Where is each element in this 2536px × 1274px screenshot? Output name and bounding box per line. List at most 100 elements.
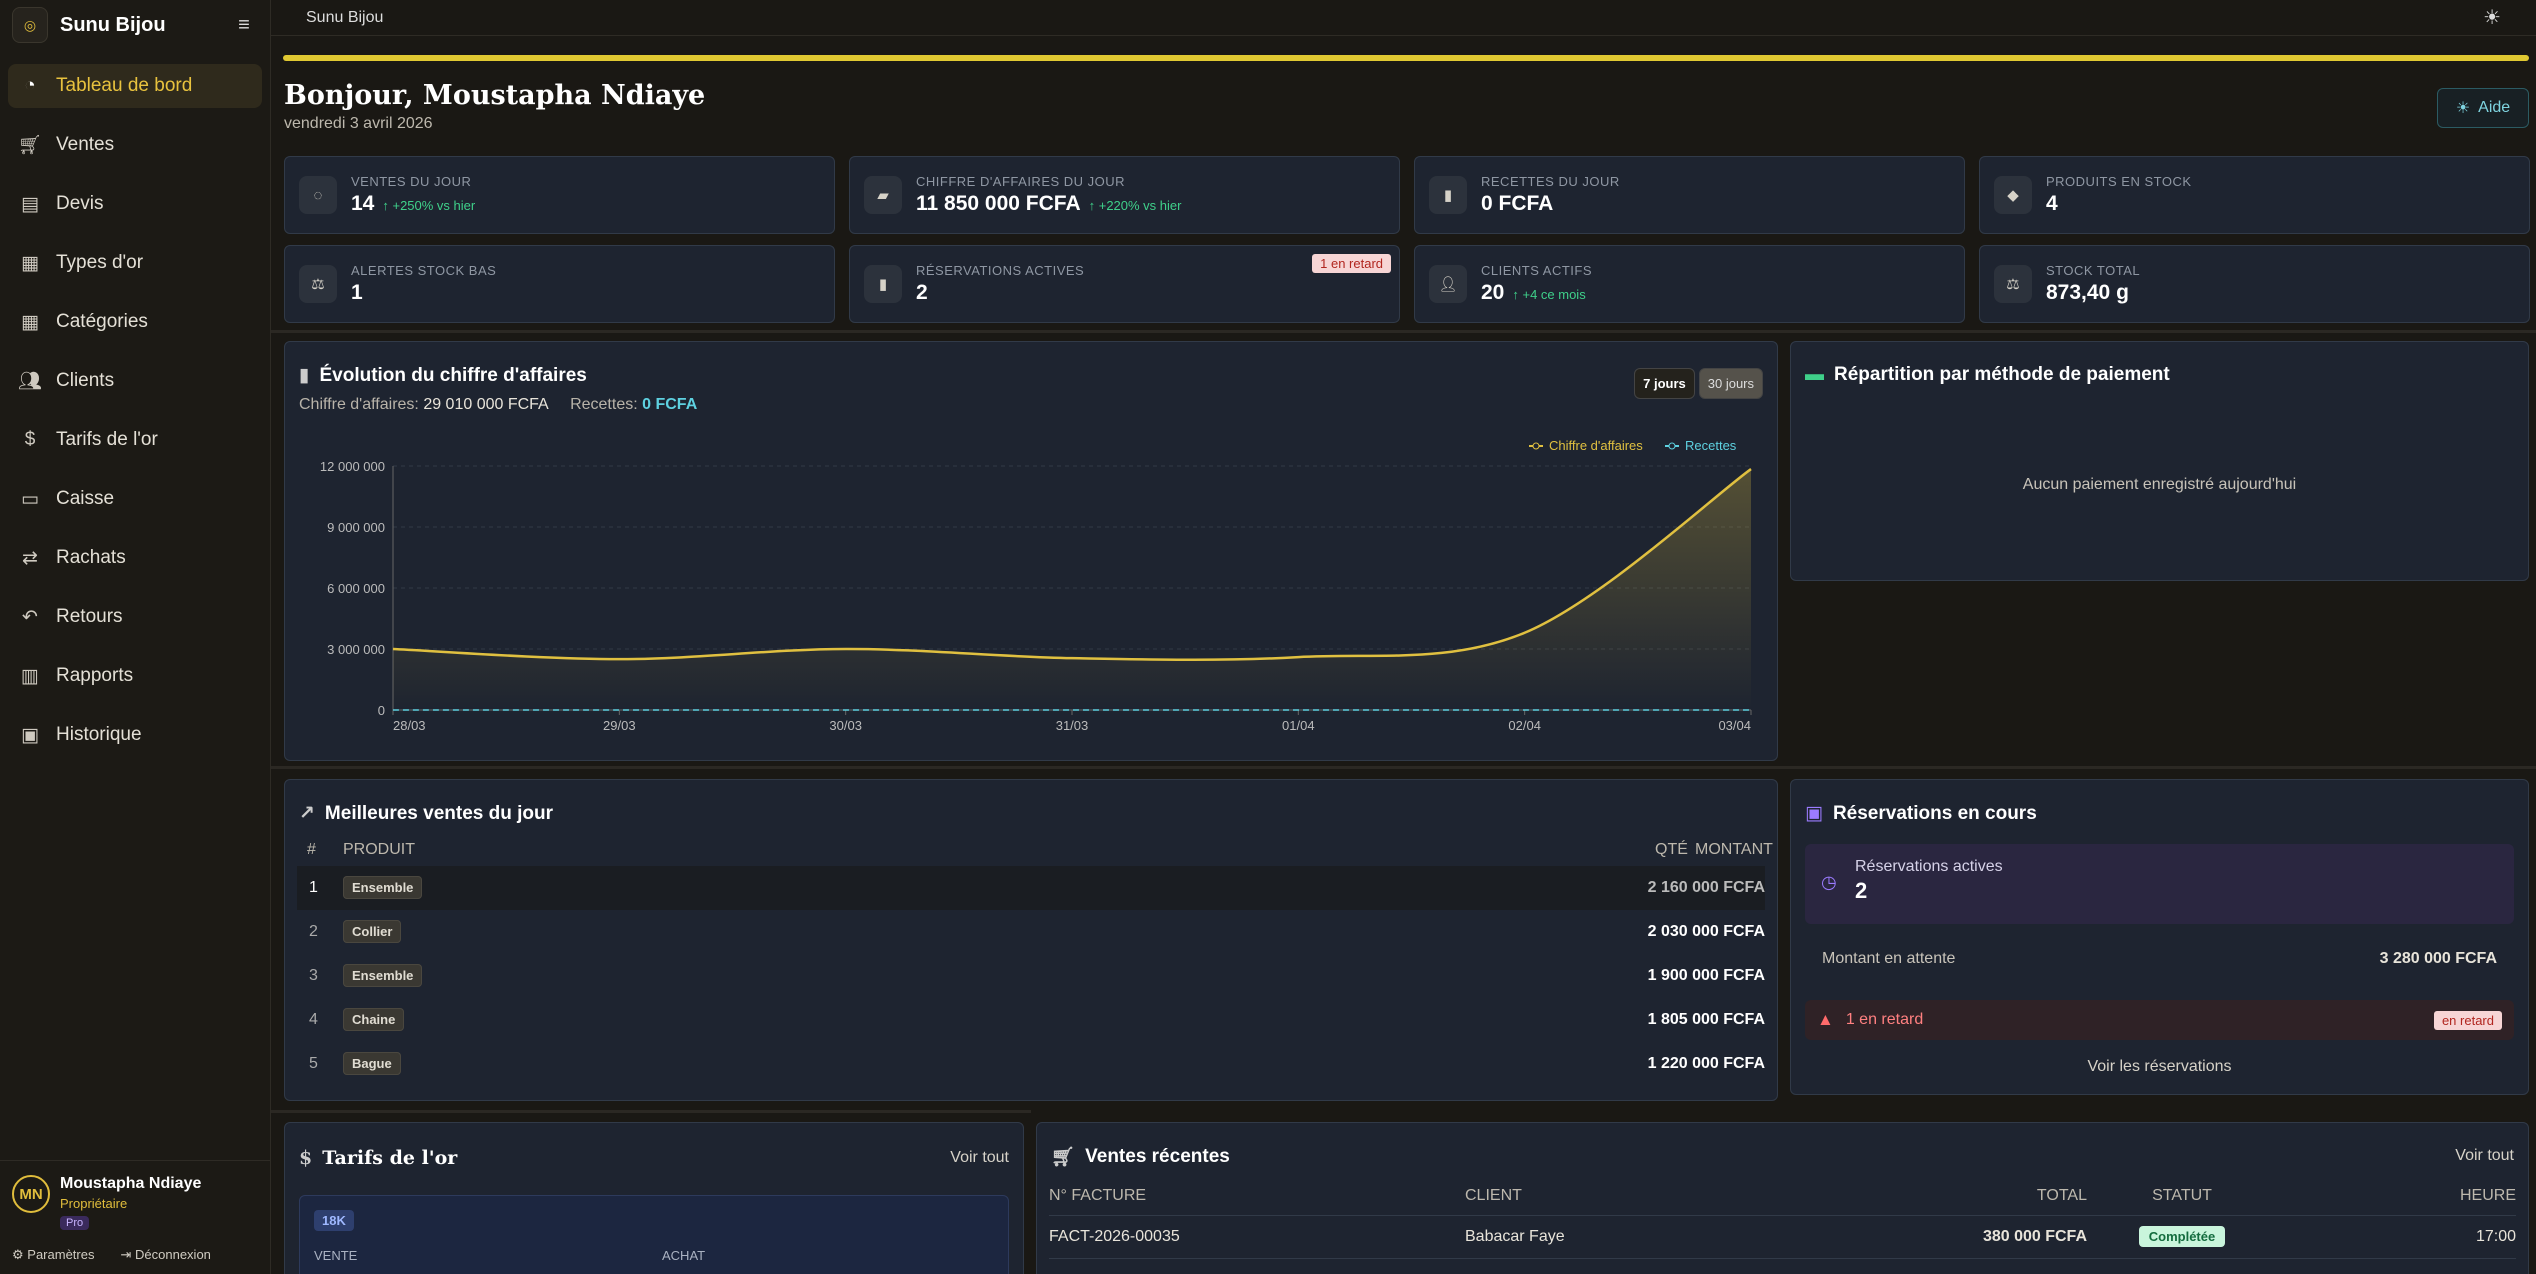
pending-label: Montant en attente — [1822, 950, 1956, 967]
y-tick-label: 12 000 000 — [320, 459, 385, 474]
table-row[interactable]: FACT-2026-00035 Babacar Faye 380 000 FCFA C… — [1049, 1215, 2516, 1259]
recent-title-text: Ventes récentes — [1085, 1146, 1230, 1167]
sidebar-item-10[interactable]: ▥ Rapports — [8, 654, 262, 698]
product-tag: Ensemble — [343, 964, 423, 987]
breadcrumb: Sunu Bijou — [306, 8, 384, 26]
page-title: Bonjour, Moustapha Ndiaye — [284, 80, 706, 111]
payments-title-text: Répartition par méthode de paiement — [1834, 364, 2170, 385]
settings-link[interactable]: ⚙ Paramètres — [12, 1247, 94, 1263]
product-tag: Bague — [343, 1052, 401, 1075]
recent-header: N° Facture Client Total Statut Heure — [1049, 1181, 2516, 1211]
bookmark-icon: ▮ — [864, 265, 902, 303]
sidebar-item-label: Catégories — [56, 311, 148, 332]
greeting: Bonjour, Moustapha Ndiaye vendredi 3 avr… — [284, 80, 705, 133]
warning-icon: ▲ — [1817, 1010, 1834, 1029]
y-tick-label: 9 000 000 — [327, 520, 385, 535]
best-header: # Produit Qté Montant — [297, 832, 1773, 868]
sidebar-item-9[interactable]: ↶ Retours — [8, 595, 262, 639]
late-reservations-row[interactable]: ▲ 1 en retard en retard — [1805, 1000, 2514, 1040]
sidebar-item-label: Rachats — [56, 547, 126, 568]
karat-badge: 18K — [314, 1210, 354, 1231]
total: 380 000 FCFA — [1982, 1228, 2087, 1245]
sidebar-item-3[interactable]: ▦ Types d'or — [8, 241, 262, 285]
stat-card-2: ▮ Recettes du jour 0 FCFA — [1414, 156, 1965, 234]
app-name: Sunu Bijou — [60, 13, 166, 36]
swap-icon: ⇄ — [22, 547, 38, 569]
rank: 5 — [309, 1055, 318, 1072]
sidebar-item-4[interactable]: ▦ Catégories — [8, 300, 262, 344]
revenue-chart: 0 3 000 000 6 000 000 9 000 000 12 000 000 28… — [320, 438, 1752, 733]
sidebar-item-2[interactable]: ▤ Devis — [8, 182, 262, 226]
late-badge: 1 en retard — [1312, 254, 1391, 273]
coin-icon: $ — [299, 1147, 313, 1169]
sidebar: ◎ Sunu Bijou ≡ ◔ Tableau de bord 🛒︎ Ventes ▤… — [0, 0, 271, 1274]
sidebar-item-1[interactable]: 🛒︎ Ventes — [8, 123, 262, 167]
reservations-panel: ▣ Réservations en cours ◷ Réservations ac… — [1790, 779, 2529, 1095]
table-row[interactable]: 1 Ensemble 2 160 000 FCFA — [297, 866, 1765, 910]
stat-card-3: ◆ Produits en stock 4 — [1979, 156, 2530, 234]
amount: 1 220 000 FCFA — [1647, 1055, 1765, 1072]
x-tick-label: 31/03 — [1056, 718, 1089, 733]
table-row[interactable]: 4 Chaine 1 805 000 FCFA — [297, 998, 1765, 1042]
status-badge: Complétée — [2138, 1226, 2226, 1247]
theme-toggle-icon[interactable]: ☀ — [2483, 5, 2501, 30]
stat-label: Stock total — [2046, 263, 2141, 278]
money-icon: ▰ — [864, 176, 902, 214]
reservations-title: ▣ Réservations en cours — [1805, 802, 2037, 825]
active-reservations-value: 2 — [1855, 878, 1868, 903]
sidebar-item-label: Tarifs de l'or — [56, 429, 158, 450]
sidebar-item-label: Devis — [56, 193, 104, 214]
col-invoice: N° Facture — [1049, 1187, 1147, 1204]
stat-card-6: 👤︎ Clients actifs 20 ↑ +4 ce mois — [1414, 245, 1965, 323]
stat-value: 11 850 000 FCFA — [916, 192, 1081, 215]
pending-amount-row: Montant en attente 3 280 000 FCFA — [1822, 950, 2497, 968]
pending-value: 3 280 000 FCFA — [2379, 950, 2497, 967]
legend-label: Chiffre d'affaires — [1549, 438, 1643, 453]
sidebar-item-7[interactable]: ▭ Caisse — [8, 477, 262, 521]
trending-up-icon: ↗ — [299, 803, 315, 824]
stat-card-4: ⚖ Alertes stock bas 1 — [284, 245, 835, 323]
stat-value: 1 — [351, 281, 363, 304]
recent-view-all-link[interactable]: Voir tout — [2455, 1147, 2514, 1165]
coin-icon: $ — [24, 429, 36, 450]
payments-title: ▬ Répartition par méthode de paiement — [1805, 364, 2170, 386]
scale-icon: ⚖ — [299, 265, 337, 303]
table-row[interactable]: 2 Collier 2 030 000 FCFA — [297, 910, 1765, 954]
sidebar-item-11[interactable]: ▣ Historique — [8, 713, 262, 757]
y-tick-label: 0 — [378, 703, 385, 718]
table-row[interactable]: 3 Ensemble 1 900 000 FCFA — [297, 954, 1765, 998]
card-icon: ▬ — [1805, 364, 1824, 385]
invoice-number: FACT-2026-00035 — [1049, 1228, 1180, 1245]
rates-view-all-link[interactable]: Voir tout — [950, 1149, 1009, 1167]
view-reservations-link[interactable]: Voir les réservations — [1791, 1058, 2528, 1076]
stat-value: 0 FCFA — [1481, 192, 1554, 215]
report-icon: ▥ — [21, 665, 39, 687]
avatar[interactable]: MN — [12, 1175, 50, 1213]
table-row[interactable]: 5 Bague 1 220 000 FCFA — [297, 1042, 1765, 1086]
x-tick-label: 01/04 — [1282, 718, 1315, 733]
help-button[interactable]: ☀ Aide — [2437, 88, 2529, 128]
user-panel: MN Moustapha Ndiaye Propriétaire Pro ⚙ P… — [0, 1160, 270, 1274]
sidebar-item-8[interactable]: ⇄ Rachats — [8, 536, 262, 580]
revenue-panel: ▮ Évolution du chiffre d'affaires Chiffre… — [284, 341, 1778, 761]
gold-rates-panel: $ Tarifs de l'or Voir tout 18K Vente Acha… — [284, 1122, 1024, 1274]
stat-delta: ↑ +4 ce mois — [1512, 287, 1586, 302]
best-sales-panel: ↗ Meilleures ventes du jour # Produit Qté… — [284, 779, 1778, 1101]
recent-sales-title: 🛒︎ Ventes récentes — [1051, 1145, 1230, 1169]
sidebar-item-5[interactable]: 👥︎ Clients — [8, 359, 262, 403]
product-tag: Chaine — [343, 1008, 405, 1031]
logout-link[interactable]: ⇥ Déconnexion — [120, 1247, 210, 1263]
menu-toggle-icon[interactable]: ≡ — [230, 11, 258, 39]
stat-delta: ↑ +220% vs hier — [1088, 198, 1182, 213]
amount: 2 160 000 FCFA — [1647, 879, 1765, 896]
sidebar-item-6[interactable]: $ Tarifs de l'or — [8, 418, 262, 462]
legend-label: Recettes — [1685, 438, 1737, 453]
sidebar-item-0[interactable]: ◔ Tableau de bord — [8, 64, 262, 108]
clipboard-icon: ▣ — [21, 724, 39, 746]
cart-icon: 🛒︎ — [1051, 1147, 1076, 1168]
legend-marker — [1532, 442, 1540, 450]
progress-bar — [283, 55, 2529, 61]
stat-label: Recettes du jour — [1481, 174, 1620, 189]
balance-icon: ⚖ — [1994, 265, 2032, 303]
top-bar: Sunu Bijou ☀ — [271, 0, 2536, 36]
